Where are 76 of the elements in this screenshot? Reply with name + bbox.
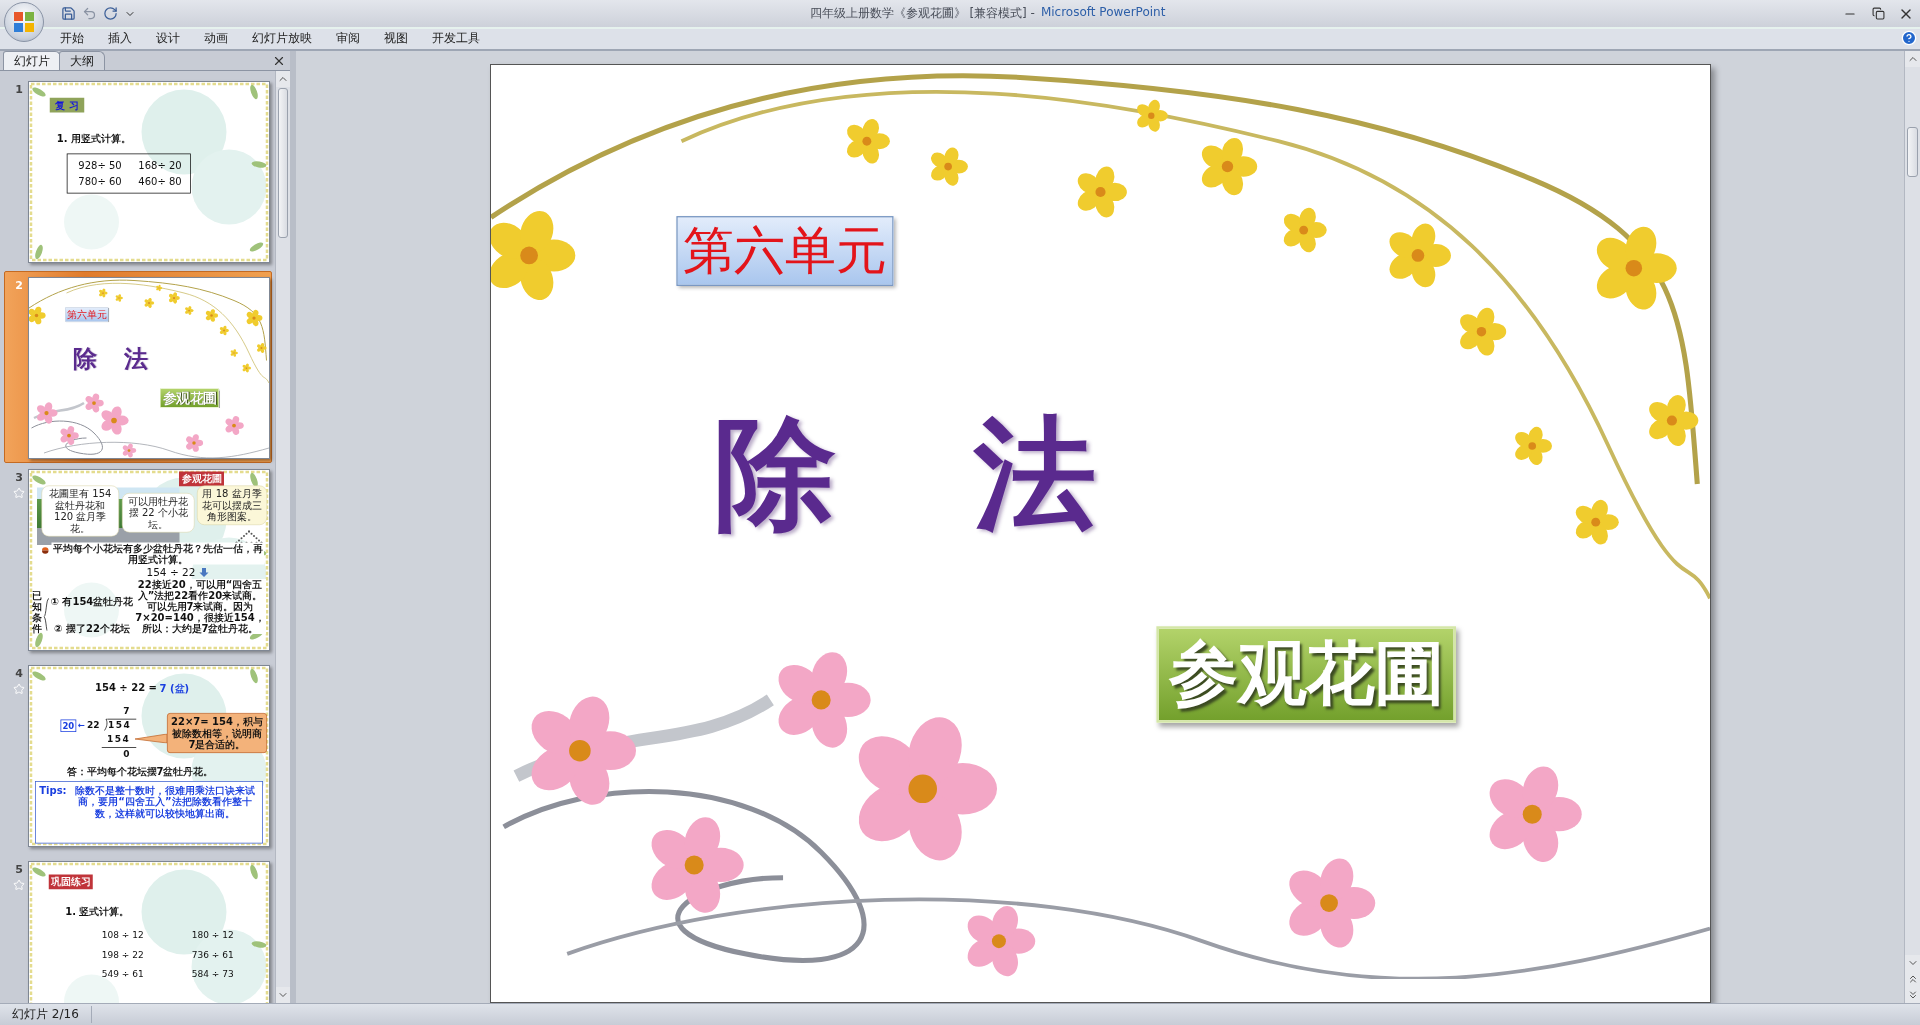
slide-thumbnail[interactable]: 第六单元 除 法 参观花圃 (28, 277, 270, 459)
ribbon-tab[interactable]: 设计 (144, 27, 192, 49)
known-conditions-label: 已知条件 (32, 590, 42, 634)
division-problem: 928÷ 50 (77, 159, 123, 172)
slide-number: 2 (15, 279, 23, 292)
scrollbar-thumb[interactable] (1907, 127, 1918, 177)
unit-label: 第六单元 (65, 307, 109, 322)
slide-thumbnail[interactable]: 巩固练习 1. 竖式计算。 108 ÷ 12 180 ÷ 12 198 ÷ 22 736 ÷ 61 549 ÷ 61 584 ÷ 73 (28, 861, 270, 1003)
division-problem: 584 ÷ 73 (190, 968, 235, 979)
speech-bubble: 用 18 盆月季花可以摆成三角形图案。 (197, 485, 267, 525)
ribbon-tab[interactable]: 插入 (96, 27, 144, 49)
office-logo-icon (12, 10, 36, 34)
scroll-down-icon[interactable] (276, 987, 290, 1003)
slide-number: 4 (15, 667, 23, 680)
slide-number: 5 (15, 863, 23, 876)
answer-text: 答：平均每个花坛摆7盆牡丹花。 (66, 765, 214, 779)
slide-list-item[interactable]: 5 巩固练习 1. 竖式计算。 108 ÷ 12 180 ÷ 12 198 ÷ 22 736 ÷ 61 549 ÷ 61 584 ÷ 73 (4, 855, 272, 1003)
instruction-text: 1. 竖式计算。 (65, 905, 130, 919)
condition-text: ② 摆了22个花坛 (53, 621, 131, 635)
tour-button: 参观花圃 (160, 388, 219, 408)
down-arrow-icon (199, 567, 209, 578)
explanation-text: 22接近20，可以用“四舍五入”法把22看作20来试商。可以先用7来试商。因为7×20=140，很接近154，所以：大约是7盆牡丹花。 (134, 579, 266, 634)
ribbon-tab[interactable]: 动画 (192, 27, 240, 49)
scroll-up-icon[interactable] (1905, 51, 1920, 67)
product-number: 154 (107, 734, 131, 745)
scrollbar-thumb[interactable] (278, 88, 288, 238)
slide-heading: 除 法 (73, 345, 149, 372)
quotient-digit: 7 (123, 706, 131, 717)
slide-number: 1 (15, 83, 23, 96)
divisor-number: 22 (87, 720, 100, 731)
bullet-icon (41, 546, 49, 554)
ribbon-tab[interactable]: 审阅 (324, 27, 372, 49)
tips-label: Tips: (39, 784, 67, 798)
condition-text: ① 有154盆牡丹花 (50, 595, 134, 609)
subtraction-line (101, 747, 137, 748)
app-name: Microsoft PowerPoint (1040, 5, 1166, 21)
section-tag: 复 习 (49, 97, 85, 113)
speech-bubble: 花圃里有 154 盆牡丹花和 120 盆月季花。 (41, 485, 119, 537)
unit-label: 第六单元 (675, 216, 893, 286)
division-problem: 460÷ 80 (137, 175, 183, 188)
panel-tab[interactable]: 大纲 (59, 51, 105, 70)
division-problem: 168÷ 20 (137, 159, 183, 172)
ribbon-tab[interactable]: 幻灯片放映 (240, 27, 324, 49)
division-problem: 108 ÷ 12 (100, 930, 145, 941)
division-problem: 549 ÷ 61 (100, 968, 145, 979)
ribbon-tab[interactable]: 视图 (372, 27, 420, 49)
panel-tab[interactable]: 幻灯片 (3, 51, 61, 70)
division-problem: 736 ÷ 61 (190, 949, 235, 960)
instruction-text: 1. 用竖式计算。 (56, 132, 131, 146)
expression-text: 154 ÷ 22 (146, 566, 196, 579)
slide-thumbnail[interactable]: 复 习 1. 用竖式计算。 928÷ 50 168÷ 20 780÷ 60 460÷ 80 (28, 81, 270, 263)
slide-thumbnail[interactable]: 154 ÷ 22 = 7 (盆) 7 20 ← 22 154 154 0 22×7= 154，积与被除数相等，说明商7是合适的。 答：平均每个花坛摆7盆牡丹花。 Tips: 除数不是整十数时，很难用乘法口诀来试商，要用“四舍五入”法把除数看作整十数，这样就可以较快地算出商。 (28, 665, 270, 847)
division-problem: 780÷ 60 (77, 175, 123, 188)
result-text: 7 (盆) (159, 682, 190, 696)
slide-heading: 除 法 (714, 407, 1096, 542)
slide-list-item[interactable]: 1 复 习 1. 用竖式计算。 928÷ 50 168÷ 20 780÷ 60 460÷ 80 (4, 75, 272, 271)
section-tag: 巩固练习 (48, 874, 93, 890)
remainder-digit: 0 (123, 748, 131, 759)
ribbon-tab[interactable]: 开始 (48, 27, 96, 49)
callout-bubble: 22×7= 154，积与被除数相等，说明商7是合适的。 (167, 713, 267, 753)
speech-bubble: 可以用牡丹花摆 22 个小花坛。 (122, 493, 195, 533)
section-tag: 参观花圃 (179, 471, 224, 487)
arrow-glyph: ← (77, 719, 85, 730)
equation-text: 154 ÷ 22 = (95, 682, 157, 696)
slide-list-item[interactable]: 2 第六单元 除 法 参观花圃 (4, 271, 272, 463)
next-slide-icon[interactable] (1905, 987, 1920, 1003)
dividend-number: 154 (108, 718, 137, 730)
scroll-down-icon[interactable] (1905, 955, 1920, 971)
division-problem: 180 ÷ 12 (190, 930, 235, 941)
slide-list-item[interactable]: 4 154 ÷ 22 = 7 (盆) 7 20 ← 22 154 154 0 22×7= 154，积与被除数相等，说明商7是合适的。 答：平均每个花坛摆7盆牡丹花。 Tips: 除数不是整十数时，很难用乘法口诀来试商，要用“四舍五入”法把除数看作整十数，这样就可以较快地算出商。 (4, 659, 272, 855)
tips-text: 除数不是整十数时，很难用乘法口诀来试商，要用“四舍五入”法把除数看作整十数，这样就可以较快地算出商。 (73, 784, 256, 821)
division-problem: 198 ÷ 22 (100, 949, 145, 960)
window-title: 四年级上册数学《参观花圃》 [兼容模式] - (809, 5, 1035, 22)
slide-counter: 幻灯片 2/16 (0, 1006, 92, 1023)
slide-number: 3 (15, 471, 23, 484)
ribbon-tab[interactable]: 开发工具 (420, 27, 492, 49)
